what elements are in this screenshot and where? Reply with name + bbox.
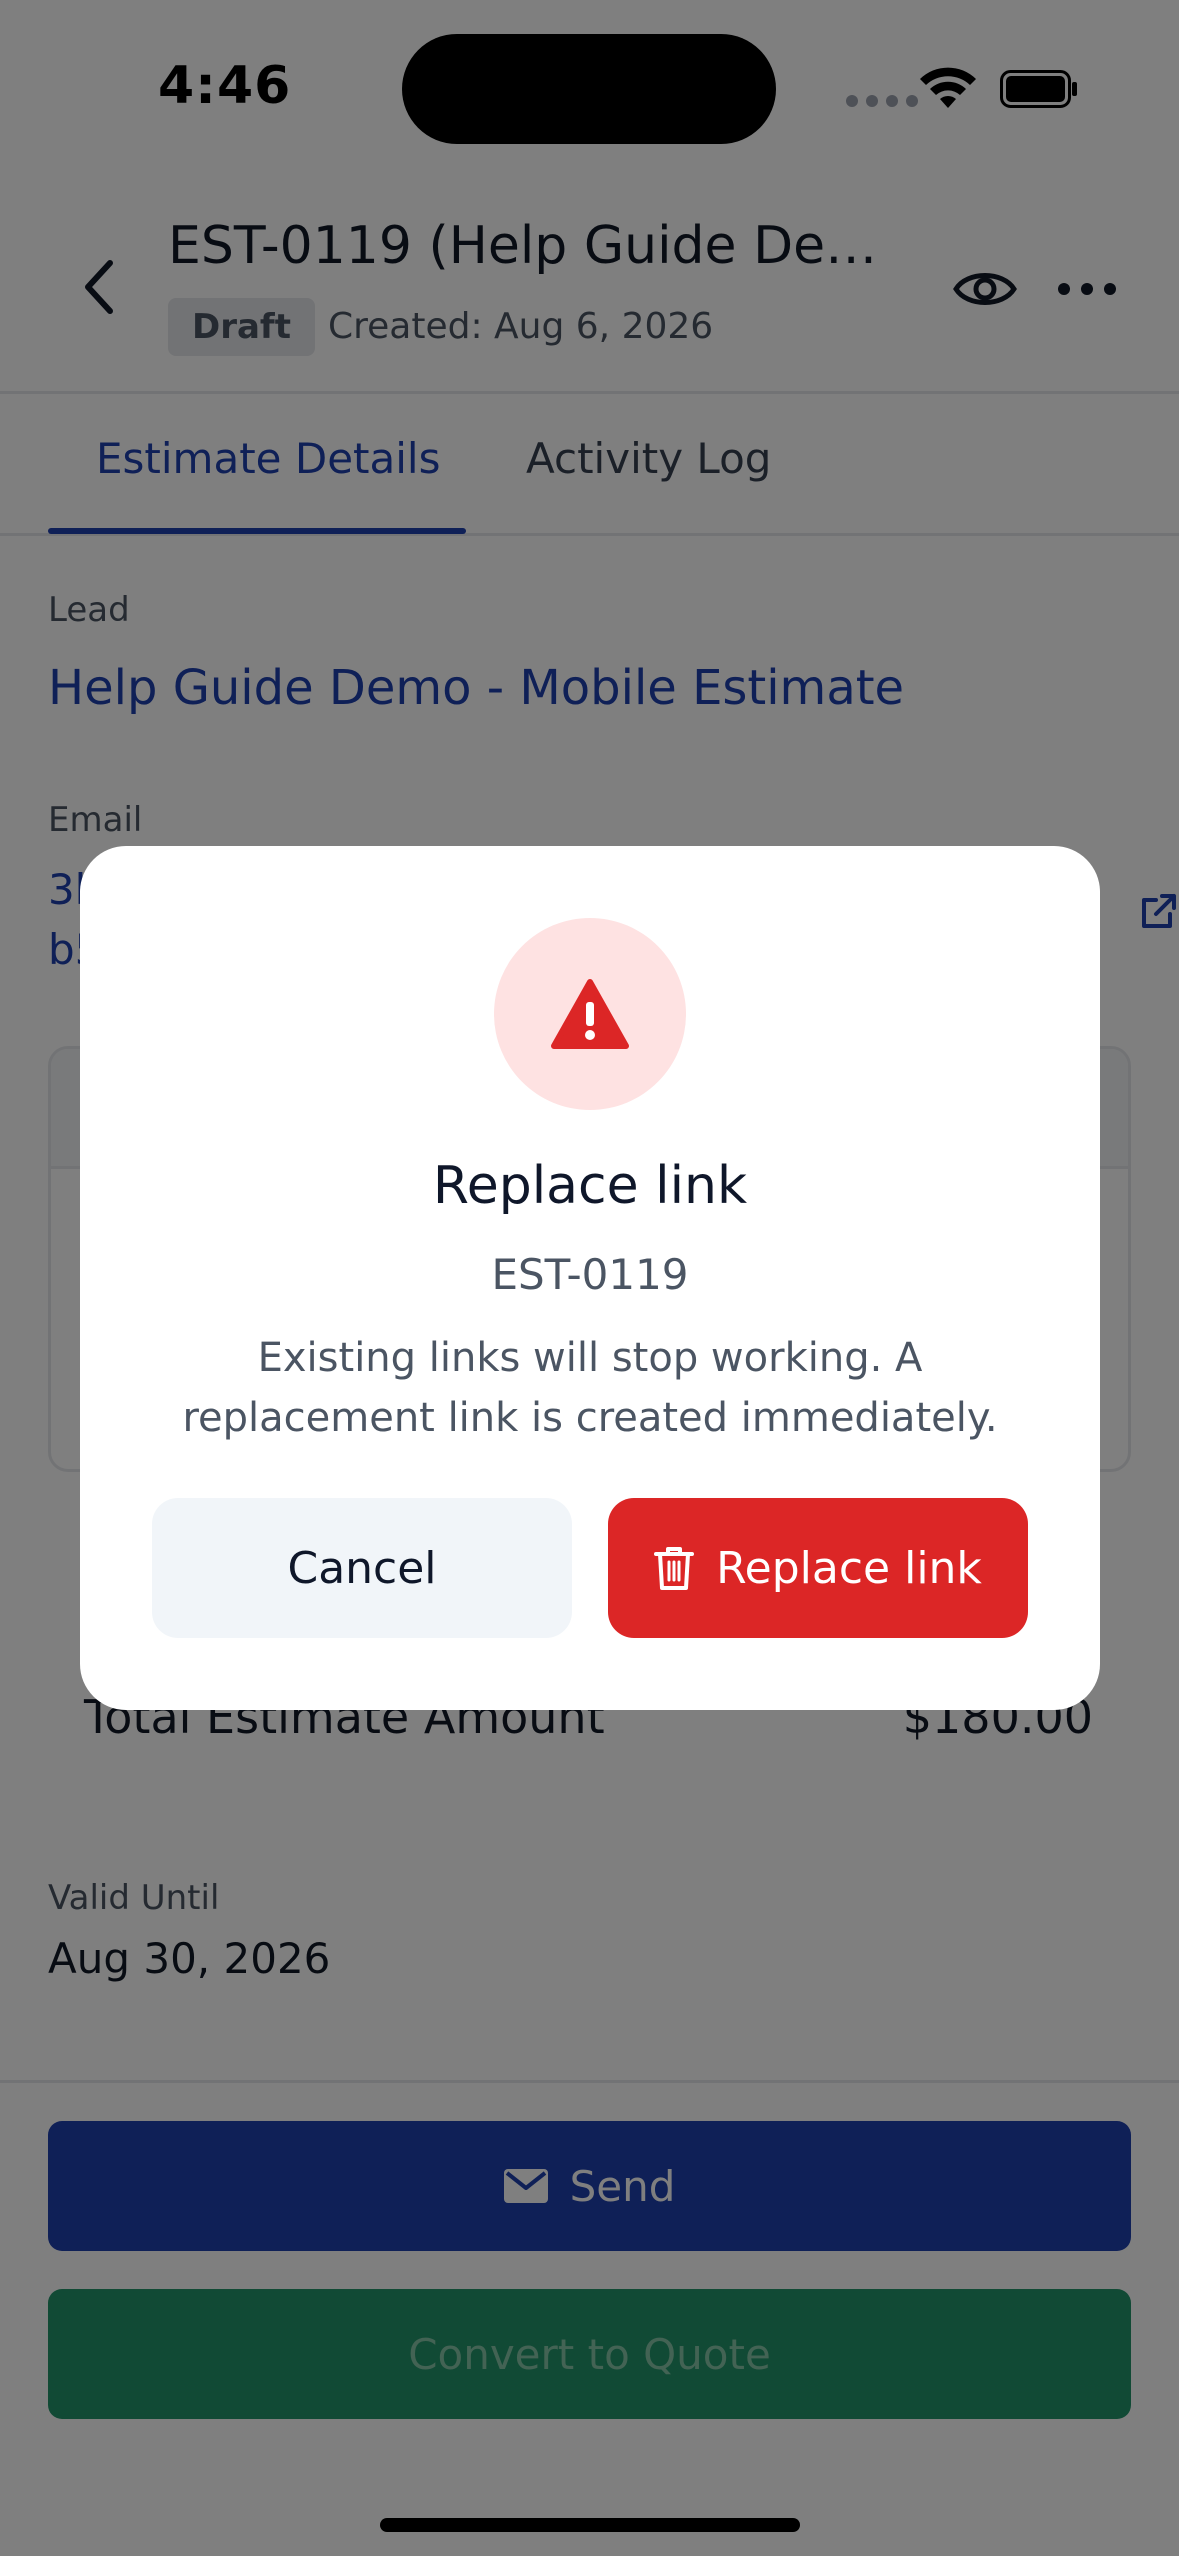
warning-triangle-icon bbox=[551, 979, 629, 1049]
replace-link-button[interactable]: Replace link bbox=[608, 1498, 1028, 1638]
replace-link-dialog: Replace link EST-0119 Existing links wil… bbox=[80, 846, 1100, 1710]
home-indicator bbox=[380, 2518, 800, 2532]
warning-icon-badge bbox=[494, 918, 686, 1110]
dialog-subtitle: EST-0119 bbox=[491, 1250, 689, 1299]
cancel-button[interactable]: Cancel bbox=[152, 1498, 572, 1638]
dialog-title: Replace link bbox=[432, 1156, 748, 1216]
replace-link-button-label: Replace link bbox=[716, 1542, 982, 1594]
trash-icon bbox=[654, 1547, 695, 1590]
dialog-message: Existing links will stop working. A repl… bbox=[182, 1335, 998, 1441]
